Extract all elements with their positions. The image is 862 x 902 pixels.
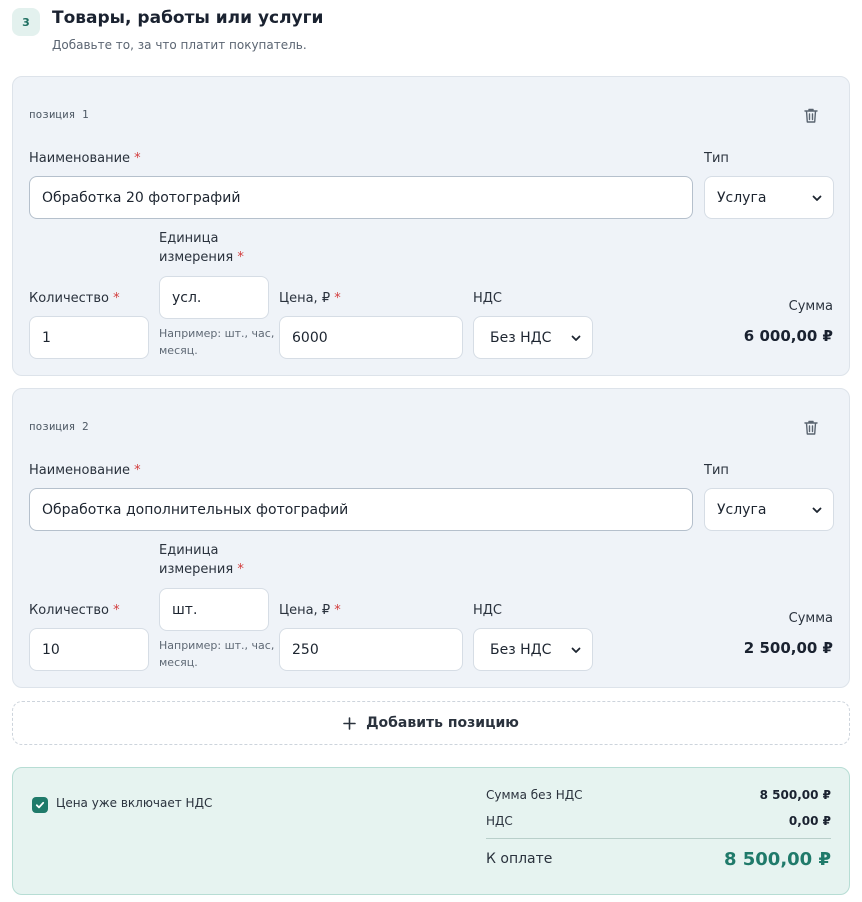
trash-icon xyxy=(804,108,818,123)
quantity-input[interactable]: 1 xyxy=(29,316,149,359)
quantity-label: Количество * xyxy=(29,291,120,306)
chevron-down-icon xyxy=(571,335,581,341)
vat-select[interactable]: Без НДС xyxy=(473,628,593,671)
vat-included-checkbox[interactable] xyxy=(32,797,48,813)
name-label: Наименование * xyxy=(29,151,141,166)
section-title: Товары, работы или услуги xyxy=(52,8,324,28)
check-icon xyxy=(35,801,45,809)
price-input[interactable]: 6000 xyxy=(279,316,463,359)
to-pay-label: К оплате xyxy=(486,851,553,867)
name-label: Наименование * xyxy=(29,463,141,478)
position-card: позиция 2 Наименование * Обработка допол… xyxy=(12,388,850,688)
delete-position-button[interactable] xyxy=(801,417,821,437)
type-select[interactable]: Услуга xyxy=(704,488,834,531)
unit-input[interactable]: усл. xyxy=(159,276,269,319)
sum-without-vat-label: Сумма без НДС xyxy=(486,788,583,802)
chevron-down-icon xyxy=(812,507,822,513)
sum-label: Сумма xyxy=(788,299,833,314)
totals-panel: Цена уже включает НДС Сумма без НДС 8 50… xyxy=(12,767,850,895)
vat-select[interactable]: Без НДС xyxy=(473,316,593,359)
vat-total-label: НДС xyxy=(486,814,513,828)
position-sum: 6 000,00 ₽ xyxy=(743,327,833,345)
unit-hint: Например: шт., час, месяц. xyxy=(159,639,275,669)
delete-position-button[interactable] xyxy=(801,105,821,125)
sum-label: Сумма xyxy=(788,611,833,626)
plus-icon xyxy=(343,716,356,730)
type-select[interactable]: Услуга xyxy=(704,176,834,219)
name-input[interactable]: Обработка дополнительных фотографий xyxy=(29,488,693,531)
price-input[interactable]: 250 xyxy=(279,628,463,671)
quantity-input[interactable]: 10 xyxy=(29,628,149,671)
section-subtitle: Добавьте то, за что платит покупатель. xyxy=(52,38,307,52)
position-sum: 2 500,00 ₽ xyxy=(743,639,833,657)
type-label: Тип xyxy=(704,463,729,478)
name-input[interactable]: Обработка 20 фотографий xyxy=(29,176,693,219)
to-pay-value: 8 500,00 ₽ xyxy=(723,849,831,870)
price-label: Цена, ₽ * xyxy=(279,291,341,306)
position-card: позиция 1 Наименование * Обработка 20 фо… xyxy=(12,76,850,376)
chevron-down-icon xyxy=(571,647,581,653)
sum-without-vat-value: 8 500,00 ₽ xyxy=(759,788,831,802)
step-number-badge: 3 xyxy=(12,8,40,36)
add-position-button[interactable]: Добавить позицию xyxy=(12,701,850,745)
vat-included-label[interactable]: Цена уже включает НДС xyxy=(56,796,212,810)
vat-select-value: Без НДС xyxy=(490,641,552,658)
type-label: Тип xyxy=(704,151,729,166)
price-label: Цена, ₽ * xyxy=(279,603,341,618)
chevron-down-icon xyxy=(812,195,822,201)
vat-label: НДС xyxy=(473,603,503,618)
vat-select-value: Без НДС xyxy=(490,329,552,346)
type-select-value: Услуга xyxy=(717,501,767,518)
unit-label: Единица измерения * xyxy=(159,231,244,265)
vat-label: НДС xyxy=(473,291,503,306)
unit-label: Единица измерения * xyxy=(159,543,244,577)
type-select-value: Услуга xyxy=(717,189,767,206)
unit-input[interactable]: шт. xyxy=(159,588,269,631)
quantity-label: Количество * xyxy=(29,603,120,618)
unit-hint: Например: шт., час, месяц. xyxy=(159,327,275,357)
trash-icon xyxy=(804,420,818,435)
position-label: позиция 1 xyxy=(29,108,89,121)
totals-divider xyxy=(486,838,831,839)
position-label: позиция 2 xyxy=(29,420,89,433)
add-position-label: Добавить позицию xyxy=(366,715,519,731)
vat-total-value: 0,00 ₽ xyxy=(788,814,831,828)
